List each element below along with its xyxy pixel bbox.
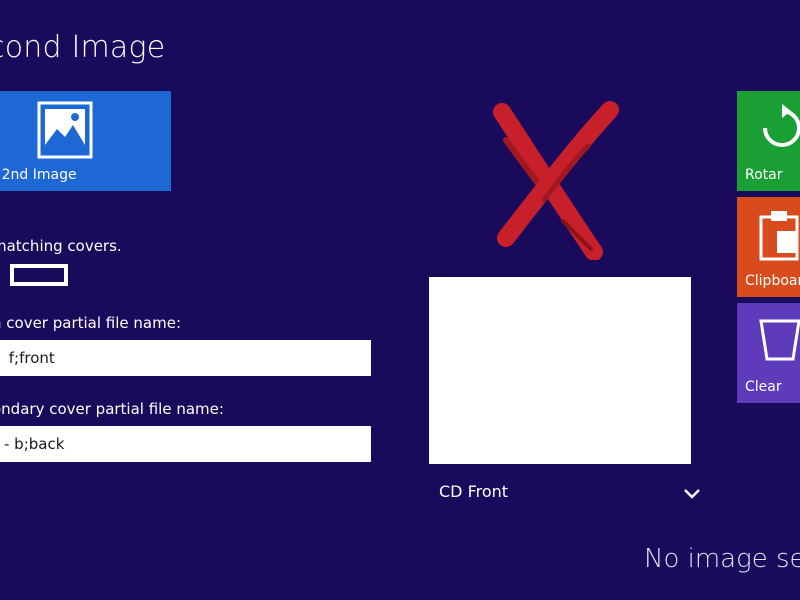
matching-covers-label: matching covers. xyxy=(0,237,122,255)
secondary-cover-label: ondary cover partial file name: xyxy=(0,400,224,418)
secondary-cover-input[interactable] xyxy=(0,426,371,462)
chevron-down-icon xyxy=(683,485,701,504)
cover-type-value: CD Front xyxy=(439,482,509,501)
clipboard-button[interactable]: Clipboar xyxy=(737,197,800,297)
clipboard-icon xyxy=(757,209,800,265)
main-cover-input[interactable] xyxy=(0,340,371,376)
rotate-icon xyxy=(757,103,800,157)
page-title: cond Image xyxy=(0,30,166,65)
image-preview xyxy=(429,277,691,464)
clear-button[interactable]: Clear xyxy=(737,303,800,403)
status-text: No image sele xyxy=(644,544,800,574)
main-cover-label: n cover partial file name: xyxy=(0,314,182,332)
toggle-track xyxy=(13,267,65,283)
matching-covers-toggle[interactable] xyxy=(10,264,68,286)
rotate-button[interactable]: Rotar xyxy=(737,91,800,191)
cover-type-dropdown[interactable]: CD Front xyxy=(429,478,709,508)
rotate-label: Rotar xyxy=(745,167,783,183)
red-x-icon xyxy=(492,100,622,264)
clear-icon xyxy=(757,315,800,367)
select-2nd-image-button[interactable]: ct 2nd Image xyxy=(0,91,171,191)
select-2nd-image-label: ct 2nd Image xyxy=(0,167,77,183)
image-icon xyxy=(37,101,93,163)
clipboard-label: Clipboar xyxy=(745,273,800,289)
clear-label: Clear xyxy=(745,379,782,395)
